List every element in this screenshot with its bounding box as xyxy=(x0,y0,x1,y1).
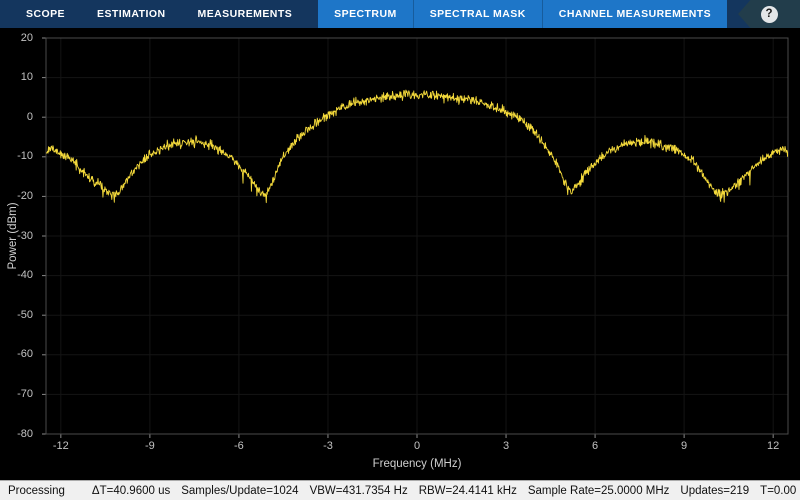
status-delta-t: ΔT=40.9600 us xyxy=(92,485,170,497)
x-tick-label: 9 xyxy=(664,440,704,452)
y-tick-label: -20 xyxy=(0,190,40,202)
y-tick-label: 20 xyxy=(0,32,40,44)
y-tick-label: 0 xyxy=(0,111,40,123)
x-tick-label: 3 xyxy=(486,440,526,452)
status-time: T=0.00 xyxy=(760,485,796,497)
x-tick-label: -3 xyxy=(308,440,348,452)
x-tick-label: 6 xyxy=(575,440,615,452)
y-tick-label: -60 xyxy=(0,348,40,360)
y-tick-label: -10 xyxy=(0,150,40,162)
y-tick-label: -70 xyxy=(0,388,40,400)
toolbar: SCOPE ESTIMATION MEASUREMENTS SPECTRUM S… xyxy=(0,0,800,28)
help-banner: ? xyxy=(738,0,800,28)
y-tick-label: -50 xyxy=(0,309,40,321)
status-vbw: VBW=431.7354 Hz xyxy=(310,485,408,497)
status-samples-per-update: Samples/Update=1024 xyxy=(181,485,298,497)
tab-spectral-mask[interactable]: SPECTRAL MASK xyxy=(413,0,542,28)
toolbar-spacer xyxy=(727,0,738,28)
y-tick-label: 10 xyxy=(0,71,40,83)
contextual-tab-group: SPECTRUM SPECTRAL MASK CHANNEL MEASUREME… xyxy=(318,0,727,28)
tab-scope[interactable]: SCOPE xyxy=(10,0,81,28)
status-sample-rate: Sample Rate=25.0000 MHz xyxy=(528,485,670,497)
tab-estimation[interactable]: ESTIMATION xyxy=(81,0,181,28)
spectrum-trace-canvas xyxy=(46,38,788,434)
y-tick-label: -80 xyxy=(0,428,40,440)
status-stats: ΔT=40.9600 us Samples/Update=1024 VBW=43… xyxy=(92,485,796,497)
spectrum-plot: Power (dBm) Frequency (MHz) 20100-10-20-… xyxy=(0,28,800,480)
status-rbw: RBW=24.4141 kHz xyxy=(419,485,517,497)
help-icon[interactable]: ? xyxy=(761,6,778,23)
x-tick-label: 12 xyxy=(753,440,793,452)
y-tick-label: -30 xyxy=(0,230,40,242)
tab-spectrum[interactable]: SPECTRUM xyxy=(318,0,413,28)
tab-channel-measurements[interactable]: CHANNEL MEASUREMENTS xyxy=(542,0,727,28)
status-updates: Updates=219 xyxy=(680,485,749,497)
status-mode: Processing xyxy=(8,485,65,497)
spectrum-analyzer-window: SCOPE ESTIMATION MEASUREMENTS SPECTRUM S… xyxy=(0,0,800,500)
x-tick-label: -9 xyxy=(130,440,170,452)
tab-measurements[interactable]: MEASUREMENTS xyxy=(182,0,309,28)
x-tick-label: 0 xyxy=(397,440,437,452)
x-tick-label: -12 xyxy=(41,440,81,452)
x-axis-label: Frequency (MHz) xyxy=(373,458,462,470)
x-tick-label: -6 xyxy=(219,440,259,452)
y-tick-label: -40 xyxy=(0,269,40,281)
status-bar: Processing ΔT=40.9600 us Samples/Update=… xyxy=(0,480,800,500)
